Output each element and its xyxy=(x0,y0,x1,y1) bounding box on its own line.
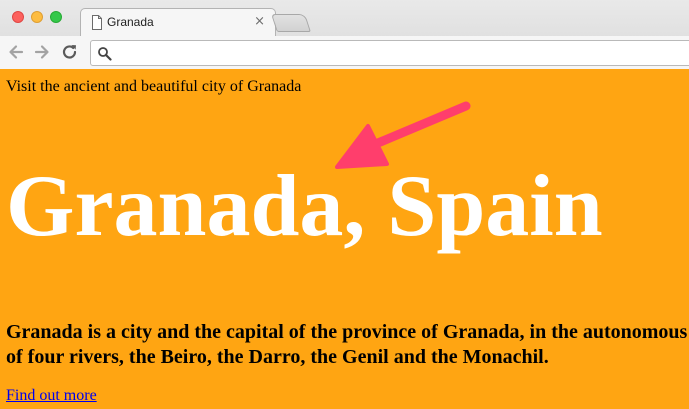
new-tab-button[interactable] xyxy=(271,14,311,32)
description-line-1: Granada is a city and the capital of the… xyxy=(6,321,688,343)
window-minimize-button[interactable] xyxy=(31,11,43,23)
search-icon xyxy=(98,47,112,61)
find-out-more-link[interactable]: Find out more xyxy=(6,387,97,405)
tab-title: Granada xyxy=(107,15,154,29)
tagline: Visit the ancient and beautiful city of … xyxy=(6,78,302,95)
description-line-2: of four rivers, the Beiro, the Darro, th… xyxy=(6,346,549,368)
browser-chrome: Granada × xyxy=(0,0,689,69)
window-zoom-button[interactable] xyxy=(50,11,62,23)
address-bar[interactable] xyxy=(90,40,689,66)
back-arrow-icon[interactable] xyxy=(6,42,26,62)
document-icon xyxy=(92,15,102,30)
address-input[interactable] xyxy=(117,43,687,63)
page-title: Granada, Spain xyxy=(6,158,603,255)
web-page: Visit the ancient and beautiful city of … xyxy=(0,70,689,409)
tab-close-icon[interactable]: × xyxy=(254,14,265,30)
toolbar xyxy=(0,36,689,69)
tab-strip: Granada × xyxy=(0,0,689,37)
tab-granada[interactable]: Granada × xyxy=(80,8,276,37)
reload-icon[interactable] xyxy=(60,42,80,62)
description: Granada is a city and the capital of the… xyxy=(6,320,689,370)
window-close-button[interactable] xyxy=(12,11,24,23)
forward-arrow-icon[interactable] xyxy=(32,42,52,62)
